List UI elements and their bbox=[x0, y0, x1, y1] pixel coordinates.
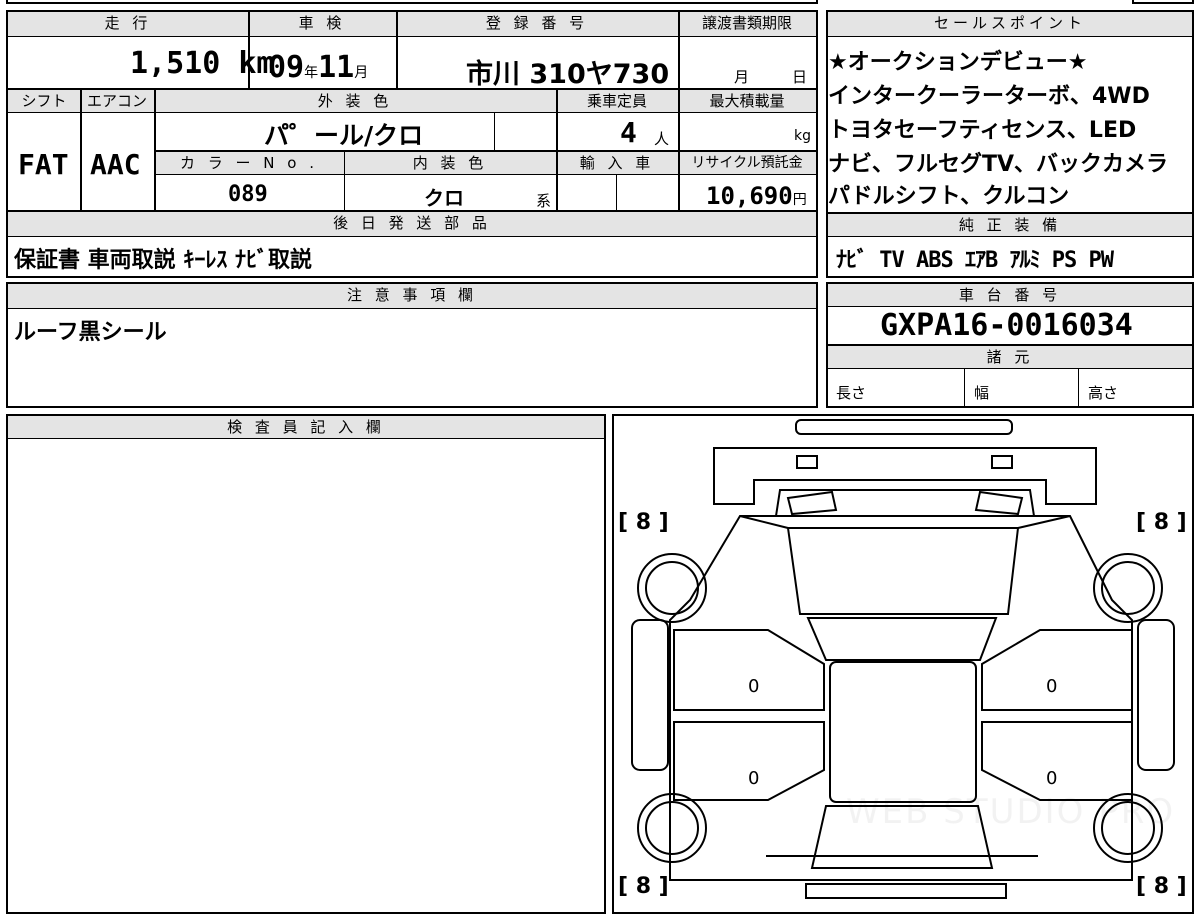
header-sales-points: セールスポイント bbox=[828, 12, 1192, 36]
later-parts-value: 保証書 車両取説 ｷｰﾚｽ ﾅﾋﾞ取説 bbox=[14, 248, 312, 273]
sales-point-3: トヨタセーフティセンス、LED bbox=[828, 118, 1137, 143]
spec-width: 幅 bbox=[974, 384, 990, 402]
spec-height: 高さ bbox=[1088, 384, 1119, 402]
top-strip-right bbox=[1132, 0, 1194, 4]
tire-rear-left: [ 8 ] bbox=[618, 874, 669, 899]
header-transfer-deadline: 譲渡書類期限 bbox=[678, 12, 816, 36]
inspection-date: 09年11月 bbox=[268, 50, 369, 85]
header-interior-color: 内 装 色 bbox=[344, 152, 556, 174]
door-rear-right-value: 0 bbox=[1046, 768, 1058, 789]
sales-point-5: パドルシフト、クルコン bbox=[828, 184, 1070, 209]
header-notes: 注 意 事 項 欄 bbox=[8, 284, 816, 308]
header-registration: 登 録 番 号 bbox=[396, 12, 678, 36]
header-import: 輸 入 車 bbox=[556, 152, 678, 174]
deadline-month: 月 bbox=[734, 68, 750, 86]
color-no-value: 089 bbox=[228, 182, 268, 207]
header-genuine-equipment: 純 正 装 備 bbox=[828, 214, 1192, 236]
door-rear-left-value: 0 bbox=[748, 768, 760, 789]
header-aircon: エアコン bbox=[80, 90, 154, 112]
load-unit: kg bbox=[794, 128, 811, 144]
top-strip bbox=[6, 0, 818, 4]
shift-value: FAT bbox=[18, 148, 69, 181]
sales-point-1: ★オークションデビュー★ bbox=[828, 50, 1088, 75]
mileage-value: 1,510 km bbox=[130, 46, 275, 81]
header-inspector: 検 査 員 記 入 欄 bbox=[8, 416, 604, 438]
header-later-parts: 後 日 発 送 部 品 bbox=[8, 212, 816, 236]
sales-point-2: インタークーラーターボ、4WD bbox=[828, 84, 1150, 109]
header-inspection: 車 検 bbox=[248, 12, 396, 36]
header-max-load: 最大積載量 bbox=[678, 90, 816, 112]
header-specs: 諸 元 bbox=[828, 346, 1192, 368]
door-front-right-value: 0 bbox=[1046, 676, 1058, 697]
tire-rear-right: [ 8 ] bbox=[1136, 874, 1187, 899]
tire-front-left: [ 8 ] bbox=[618, 510, 669, 535]
header-color-no: カ ラ ー N o . bbox=[154, 152, 344, 174]
chassis-no-value: GXPA16-0016034 bbox=[880, 308, 1133, 343]
capacity-unit: 人 bbox=[654, 130, 670, 148]
header-mileage: 走 行 bbox=[8, 12, 248, 36]
registration-number: 市川 310ヤ730 bbox=[466, 59, 670, 90]
interior-color-value: クロ bbox=[424, 186, 464, 210]
header-shift: シフト bbox=[8, 90, 80, 112]
aircon-value: AAC bbox=[90, 148, 141, 181]
door-front-left-value: 0 bbox=[748, 676, 760, 697]
header-recycle: リサイクル預託金 bbox=[678, 152, 816, 174]
header-capacity: 乗車定員 bbox=[556, 90, 678, 112]
sales-point-4: ナビ、フルセグTV、バックカメラ bbox=[828, 152, 1169, 177]
capacity-value: 4 bbox=[620, 116, 637, 149]
header-exterior-color: 外 装 色 bbox=[154, 90, 556, 112]
exterior-color-value: パ゜ール/クロ bbox=[264, 121, 424, 150]
genuine-equipment-list: ﾅﾋﾞ TV ABS ｴｱB ｱﾙﾐ PS PW bbox=[836, 248, 1114, 273]
tire-front-right: [ 8 ] bbox=[1136, 510, 1187, 535]
interior-suffix: 系 bbox=[536, 192, 552, 210]
car-diagram-panel bbox=[612, 414, 1194, 914]
recycle-fee-value: 10,690円 bbox=[706, 182, 807, 210]
deadline-day: 日 bbox=[792, 68, 808, 86]
inspector-panel bbox=[6, 414, 606, 914]
watermark: WEB STUDIO PRO bbox=[846, 792, 1176, 832]
header-chassis-no: 車 台 番 号 bbox=[828, 284, 1192, 306]
notes-value: ルーフ黒シール bbox=[14, 320, 167, 345]
spec-length: 長さ bbox=[836, 384, 867, 402]
